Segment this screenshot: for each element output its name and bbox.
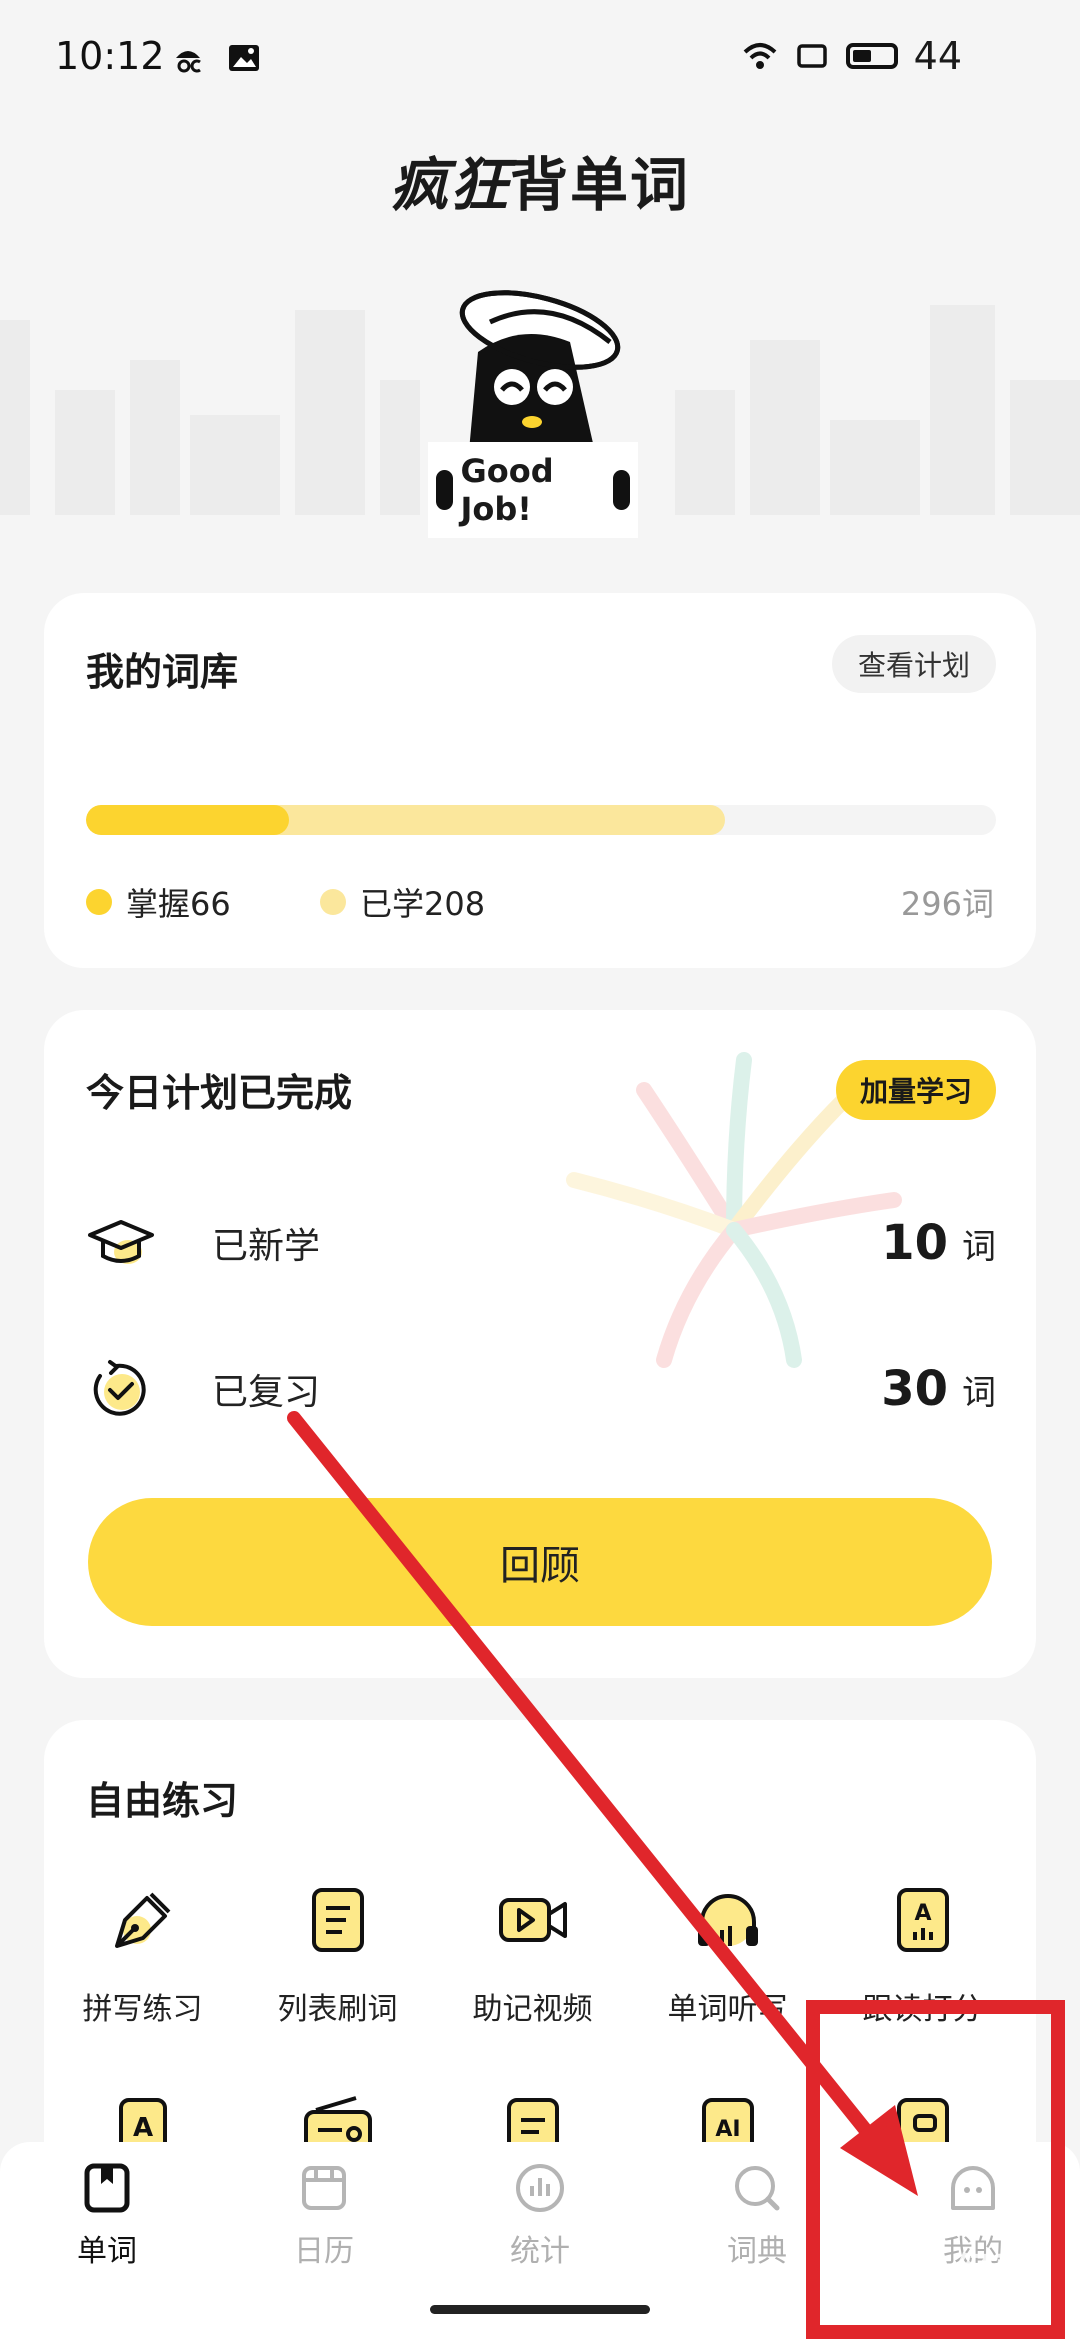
nav-item-words[interactable]: 单词 [47,2160,167,2270]
svg-text:AI: AI [715,2117,740,2142]
nav-label: 单词 [77,2234,137,2269]
app-title-suffix: 背单词 [510,151,691,219]
list-review-tool[interactable]: 列表刷词 [241,1880,434,2028]
calendar-icon [302,2166,346,2210]
review-words-label: 已复习 [212,1372,321,1413]
svg-text:A: A [132,2113,152,2143]
tool-label: 单词听写 [667,1992,788,2027]
mastered-dot-icon [86,889,112,915]
book-icon [84,2163,130,2213]
nav-item-dictionary[interactable]: 词典 [697,2160,817,2270]
nav-label: 日历 [294,2234,354,2269]
practice-title: 自由练习 [86,1779,239,1823]
status-right: 44 [742,34,962,78]
review-words-row: 已复习 30 词 [86,1344,996,1434]
nav-item-stats[interactable]: 统计 [480,2160,600,2270]
good-job-badge: Good Job! [428,442,638,538]
wifi-icon [743,43,777,69]
review-button[interactable]: 回顾 [88,1498,992,1626]
list-document-icon [311,1888,364,1952]
mnemonic-video-tool[interactable]: 助记视频 [436,1880,629,2028]
new-words-value: 10 [881,1215,948,1271]
view-plan-button[interactable]: 查看计划 [831,635,996,693]
library-progress-bar [86,805,996,835]
tool-label: 列表刷词 [277,1992,398,2027]
learned-legend: 已学208 [320,879,485,925]
review-words-value: 30 [881,1361,948,1417]
daily-plan-card: 今日计划已完成 加量学习 已新学 10 词 已复习 30 词 回顾 [44,1010,1036,1678]
read-aloud-icon: A [896,1888,949,1952]
battery-level: 44 [913,34,962,78]
headphones-icon [697,1894,758,1946]
battery-icon [845,43,898,69]
library-title: 我的词库 [86,650,239,694]
watermark-logo: Baidu经验 [826,2250,1035,2296]
app-title: 疯狂背单词 [0,138,1080,222]
total-words: 296词 [900,885,994,923]
plan-title: 今日计划已完成 [86,1071,353,1115]
status-left-icons [170,40,262,76]
home-indicator[interactable] [430,2305,650,2314]
learned-label: 已学208 [360,885,486,923]
status-bar: 10:12 44 [0,0,1080,120]
tool-label: 跟读打分 [862,1992,983,2027]
good-job-text: Good Job! [460,452,554,528]
mastered-label: 掌握66 [126,885,231,923]
tool-label: 拼写练习 [82,1992,203,2027]
read-aloud-tool[interactable]: A 跟读打分 [826,1880,1019,2028]
tool-label: 助记视频 [472,1992,593,2027]
new-words-unit: 词 [962,1226,996,1267]
mastered-progress [86,805,289,835]
chart-icon [516,2164,564,2212]
mastered-legend: 掌握66 [86,879,231,925]
weather-icon [176,51,201,73]
app-title-prefix: 疯狂 [389,151,510,219]
svg-text:A: A [914,1901,931,1926]
profile-face-icon [951,2166,995,2210]
review-words-unit: 词 [962,1372,996,1413]
badge-right-cap [613,470,630,510]
pen-nib-icon [114,1892,170,1948]
nav-item-calendar[interactable]: 日历 [264,2160,384,2270]
new-words-row: 已新学 10 词 [86,1198,996,1288]
dictation-tool[interactable]: 单词听写 [631,1880,824,2028]
nav-label: 词典 [727,2234,787,2269]
learned-dot-icon [320,889,346,915]
nav-label: 统计 [510,2234,570,2269]
gallery-icon [229,45,259,71]
screen-icon [796,44,827,68]
video-camera-icon [498,1898,567,1942]
new-words-label: 已新学 [212,1226,321,1267]
graduation-cap-icon [88,1220,154,1264]
extra-study-button[interactable]: 加量学习 [835,1060,996,1120]
word-library-card: 我的词库 查看计划 掌握66 已学208 296词 [44,593,1036,968]
dictionary-search-icon [735,2166,780,2211]
spelling-practice-tool[interactable]: 拼写练习 [46,1880,239,2028]
status-time: 10:12 [55,34,165,78]
badge-left-cap [436,470,453,510]
watermark-url: jingyan.baidu.com [830,2292,1015,2316]
review-clock-icon [93,1360,146,1416]
practice-tools-row: 拼写练习 列表刷词 助记视频 单词听写 A 跟读打分 [44,1880,1036,2028]
